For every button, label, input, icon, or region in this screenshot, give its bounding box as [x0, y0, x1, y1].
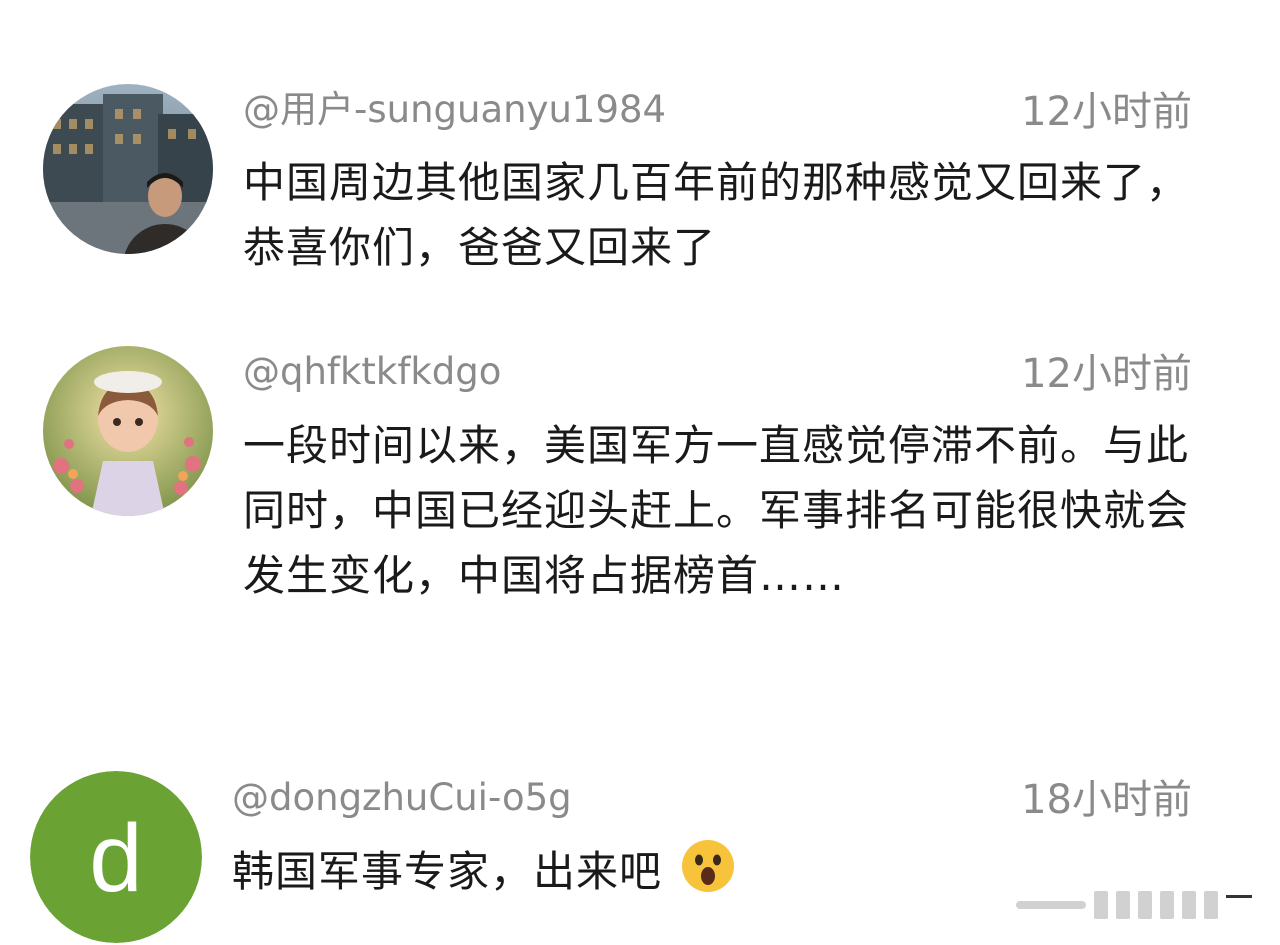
comment-text: 韩国军事专家，出来吧 [232, 847, 663, 896]
comment-username[interactable]: @dongzhuCui-o5g [232, 776, 572, 820]
platform-watermark [1016, 887, 1256, 923]
watermark-logo-icon [1016, 891, 1252, 919]
comment-text: 一段时间以来，美国军方一直感觉停滞不前。与此同时，中国已经迎头赶上。军事排名可能… [243, 421, 1190, 600]
avatar-letter: d [30, 771, 202, 943]
avatar-image [43, 346, 213, 516]
avatar[interactable]: d [30, 771, 202, 943]
comment-item: @qhfktkfkdgo 12小时前 一段时间以来，美国军方一直感觉停滞不前。与… [0, 320, 1280, 680]
comment-timestamp: 12小时前 [1021, 351, 1192, 397]
comment-username[interactable]: @qhfktkfkdgo [243, 350, 501, 394]
comment-timestamp: 12小时前 [1021, 89, 1192, 135]
avatar-image [43, 84, 213, 254]
comment-text: 中国周边其他国家几百年前的那种感觉又回来了，恭喜你们，爸爸又回来了 [243, 158, 1190, 272]
astonished-face-emoji [680, 838, 736, 894]
comment-username[interactable]: @用户-sunguanyu1984 [243, 88, 666, 132]
avatar[interactable] [43, 84, 213, 254]
avatar[interactable] [43, 346, 213, 516]
comment-item: @用户-sunguanyu1984 12小时前 中国周边其他国家几百年前的那种感… [0, 0, 1280, 300]
comment-timestamp: 18小时前 [1021, 777, 1192, 823]
avatar-initial: d [89, 805, 142, 912]
